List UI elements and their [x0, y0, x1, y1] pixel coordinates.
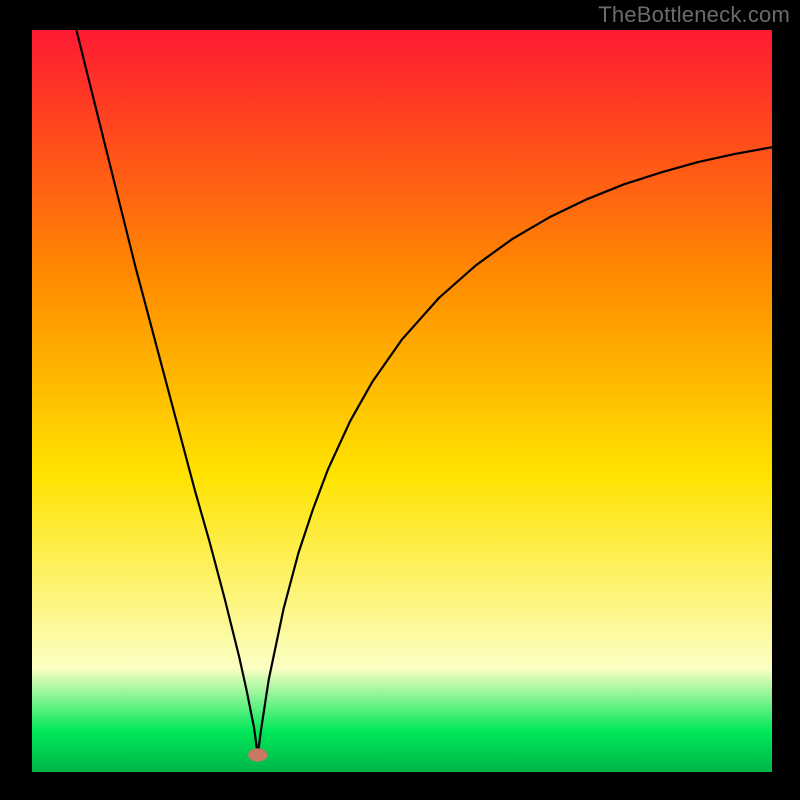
- optimum-marker: [248, 748, 267, 761]
- outer-frame: TheBottleneck.com: [0, 0, 800, 800]
- watermark-text: TheBottleneck.com: [598, 2, 790, 28]
- plot-area: [32, 30, 772, 772]
- gradient-background: [32, 30, 772, 772]
- chart-svg: [32, 30, 772, 772]
